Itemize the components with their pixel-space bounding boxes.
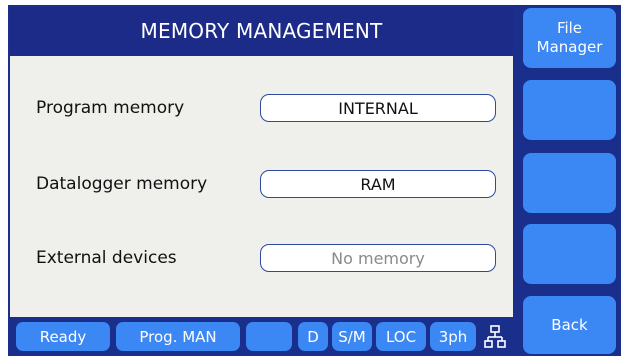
datalogger-memory-label: Datalogger memory xyxy=(36,174,208,194)
softkey-2[interactable] xyxy=(523,80,616,140)
external-devices-field: No memory xyxy=(260,244,496,272)
program-memory-label: Program memory xyxy=(36,98,185,118)
back-softkey[interactable]: Back xyxy=(523,296,616,354)
status-blank xyxy=(246,322,292,351)
settings-panel: Program memory INTERNAL Datalogger memor… xyxy=(10,56,513,317)
status-ready: Ready xyxy=(16,322,110,351)
status-sm: S/M xyxy=(332,322,372,351)
status-3ph: 3ph xyxy=(430,322,476,351)
network-icon xyxy=(484,325,506,348)
status-bar: Ready Prog. MAN D S/M LOC 3ph xyxy=(10,318,513,355)
program-memory-field[interactable]: INTERNAL xyxy=(260,94,496,122)
softkey-4[interactable] xyxy=(523,224,616,284)
status-loc: LOC xyxy=(376,322,426,351)
external-devices-label: External devices xyxy=(36,248,177,268)
datalogger-memory-field[interactable]: RAM xyxy=(260,170,496,198)
page-title: MEMORY MANAGEMENT xyxy=(10,7,513,55)
status-program-mode: Prog. MAN xyxy=(116,322,240,351)
softkey-3[interactable] xyxy=(523,153,616,213)
file-manager-softkey[interactable]: File Manager xyxy=(523,8,616,68)
status-d: D xyxy=(298,322,328,351)
